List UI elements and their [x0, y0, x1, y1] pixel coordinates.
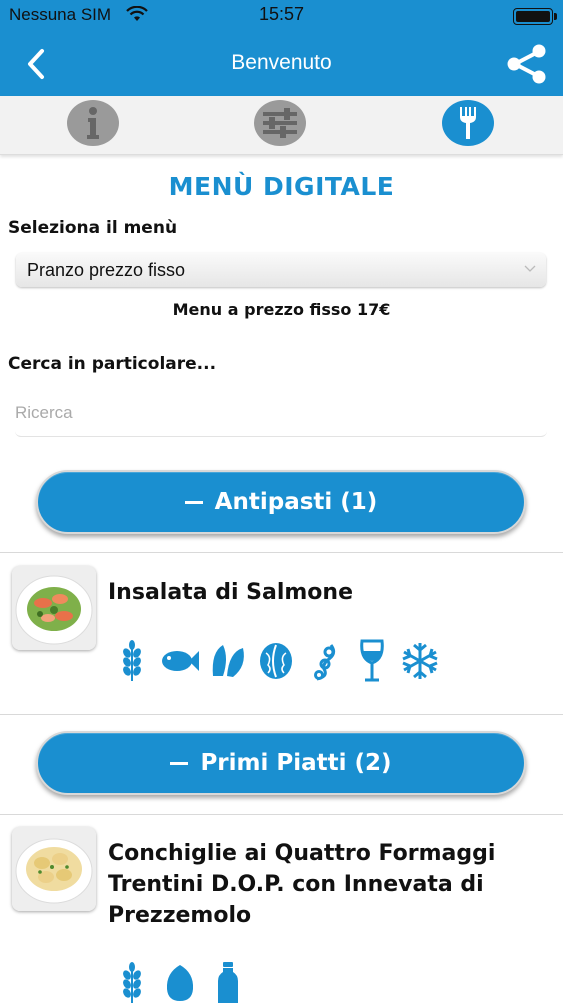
search-input[interactable] [15, 390, 547, 437]
collapse-icon [184, 500, 203, 504]
divider [0, 714, 563, 715]
category-antipasti-button[interactable]: Antipasti (1) [36, 470, 526, 534]
category-label: Antipasti (1) [214, 489, 378, 515]
wine-glass-icon [352, 638, 392, 684]
milk-bottle-icon [208, 960, 248, 1006]
fish-icon [160, 638, 200, 684]
tab-bar [0, 96, 563, 155]
dish-image[interactable] [12, 827, 96, 911]
section-heading: MENÙ DIGITALE [168, 172, 395, 201]
menu-select-value: Pranzo prezzo fisso [27, 260, 186, 280]
dish-image[interactable] [12, 566, 96, 650]
tab-info[interactable] [67, 100, 121, 150]
page-title: Benvenuto [231, 51, 332, 74]
top-bar: Nessuna SIM 15:57 Benvenuto [0, 0, 563, 96]
share-icon [507, 44, 546, 84]
share-button[interactable] [505, 42, 549, 86]
price-info: Menu a prezzo fisso 17€ [172, 300, 391, 319]
mollusc-icon [208, 638, 248, 684]
category-primi-piatti-button[interactable]: Primi Piatti (2) [36, 731, 526, 795]
settings-sliders-icon [263, 108, 297, 138]
search-label: Cerca in particolare... [8, 354, 217, 374]
allergen-icons [112, 960, 248, 1008]
allergen-icons [112, 638, 440, 686]
status-bar: Nessuna SIM 15:57 [0, 0, 563, 32]
navigation-bar: Benvenuto [0, 32, 563, 96]
divider [0, 814, 563, 815]
egg-icon [160, 960, 200, 1006]
clock: 15:57 [258, 4, 305, 24]
info-icon [87, 107, 99, 139]
wheat-icon [112, 638, 152, 684]
soy-icon [304, 638, 344, 684]
battery-icon [513, 8, 557, 25]
divider [0, 552, 563, 553]
snowflake-icon [400, 638, 440, 684]
chevron-down-icon [524, 261, 536, 277]
collapse-icon [170, 761, 189, 765]
nut-icon [256, 638, 296, 684]
tab-menu[interactable] [442, 100, 496, 150]
fork-icon [460, 107, 476, 139]
wheat-icon [112, 960, 152, 1006]
menu-select[interactable]: Pranzo prezzo fisso [16, 253, 546, 287]
dish-name[interactable]: Conchiglie ai Quattro Formaggi Trentini … [108, 838, 538, 931]
tab-settings[interactable] [254, 100, 308, 150]
category-label: Primi Piatti (2) [200, 750, 392, 776]
select-label: Seleziona il menù [8, 218, 178, 238]
dish-name[interactable]: Insalata di Salmone [108, 577, 538, 608]
